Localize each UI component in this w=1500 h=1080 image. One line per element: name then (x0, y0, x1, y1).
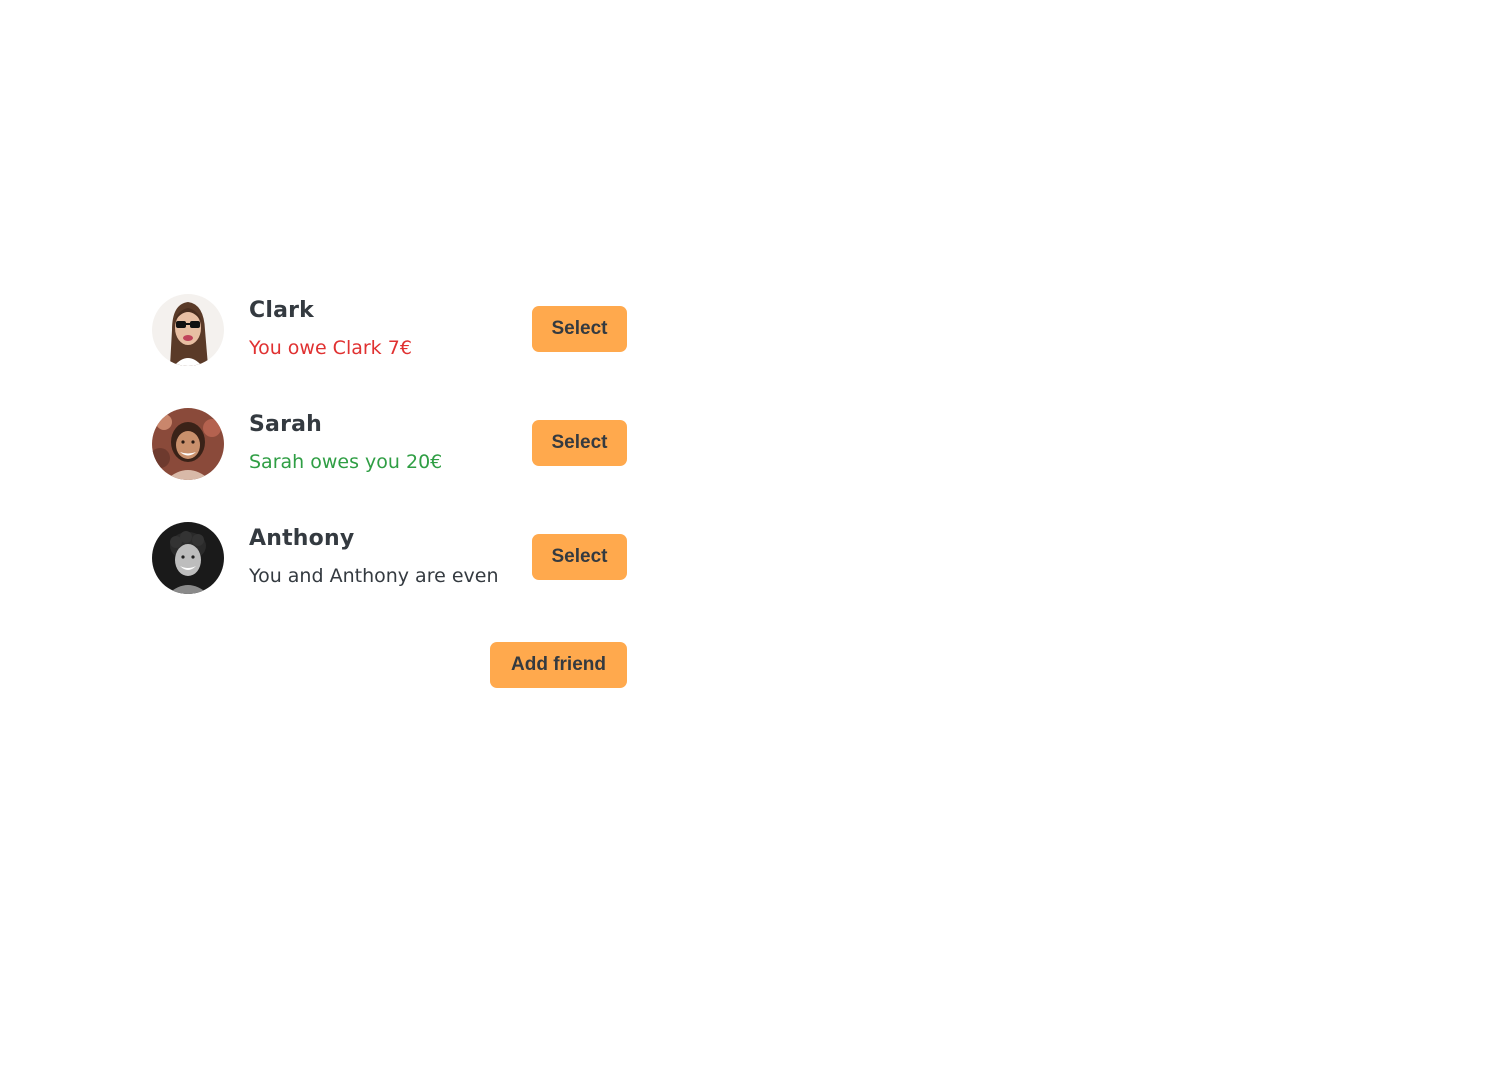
friend-balance: Sarah owes you 20€ (249, 451, 443, 473)
friend-item-sarah: Sarah Sarah owes you 20€ Select (152, 408, 628, 480)
friend-name: Anthony (249, 526, 355, 551)
friend-name: Clark (249, 298, 315, 323)
friend-balance: You owe Clark 7€ (249, 337, 412, 359)
clark-avatar-image (152, 294, 224, 366)
select-button[interactable]: Select (532, 420, 627, 466)
select-button[interactable]: Select (532, 306, 627, 352)
avatar (152, 294, 224, 366)
sidebar: Clark You owe Clark 7€ Select Sarah Sara… (152, 294, 628, 688)
friend-name: Sarah (249, 412, 323, 437)
friend-list: Clark You owe Clark 7€ Select Sarah Sara… (152, 294, 628, 594)
friend-item-clark: Clark You owe Clark 7€ Select (152, 294, 628, 366)
app: Clark You owe Clark 7€ Select Sarah Sara… (0, 0, 1500, 1080)
avatar (152, 408, 224, 480)
select-button[interactable]: Select (532, 534, 627, 580)
anthony-avatar-image (152, 522, 224, 594)
add-friend-button[interactable]: Add friend (490, 642, 627, 688)
sarah-avatar-image (152, 408, 224, 480)
friend-item-anthony: Anthony You and Anthony are even Select (152, 522, 628, 594)
friend-balance: You and Anthony are even (249, 565, 499, 587)
avatar (152, 522, 224, 594)
